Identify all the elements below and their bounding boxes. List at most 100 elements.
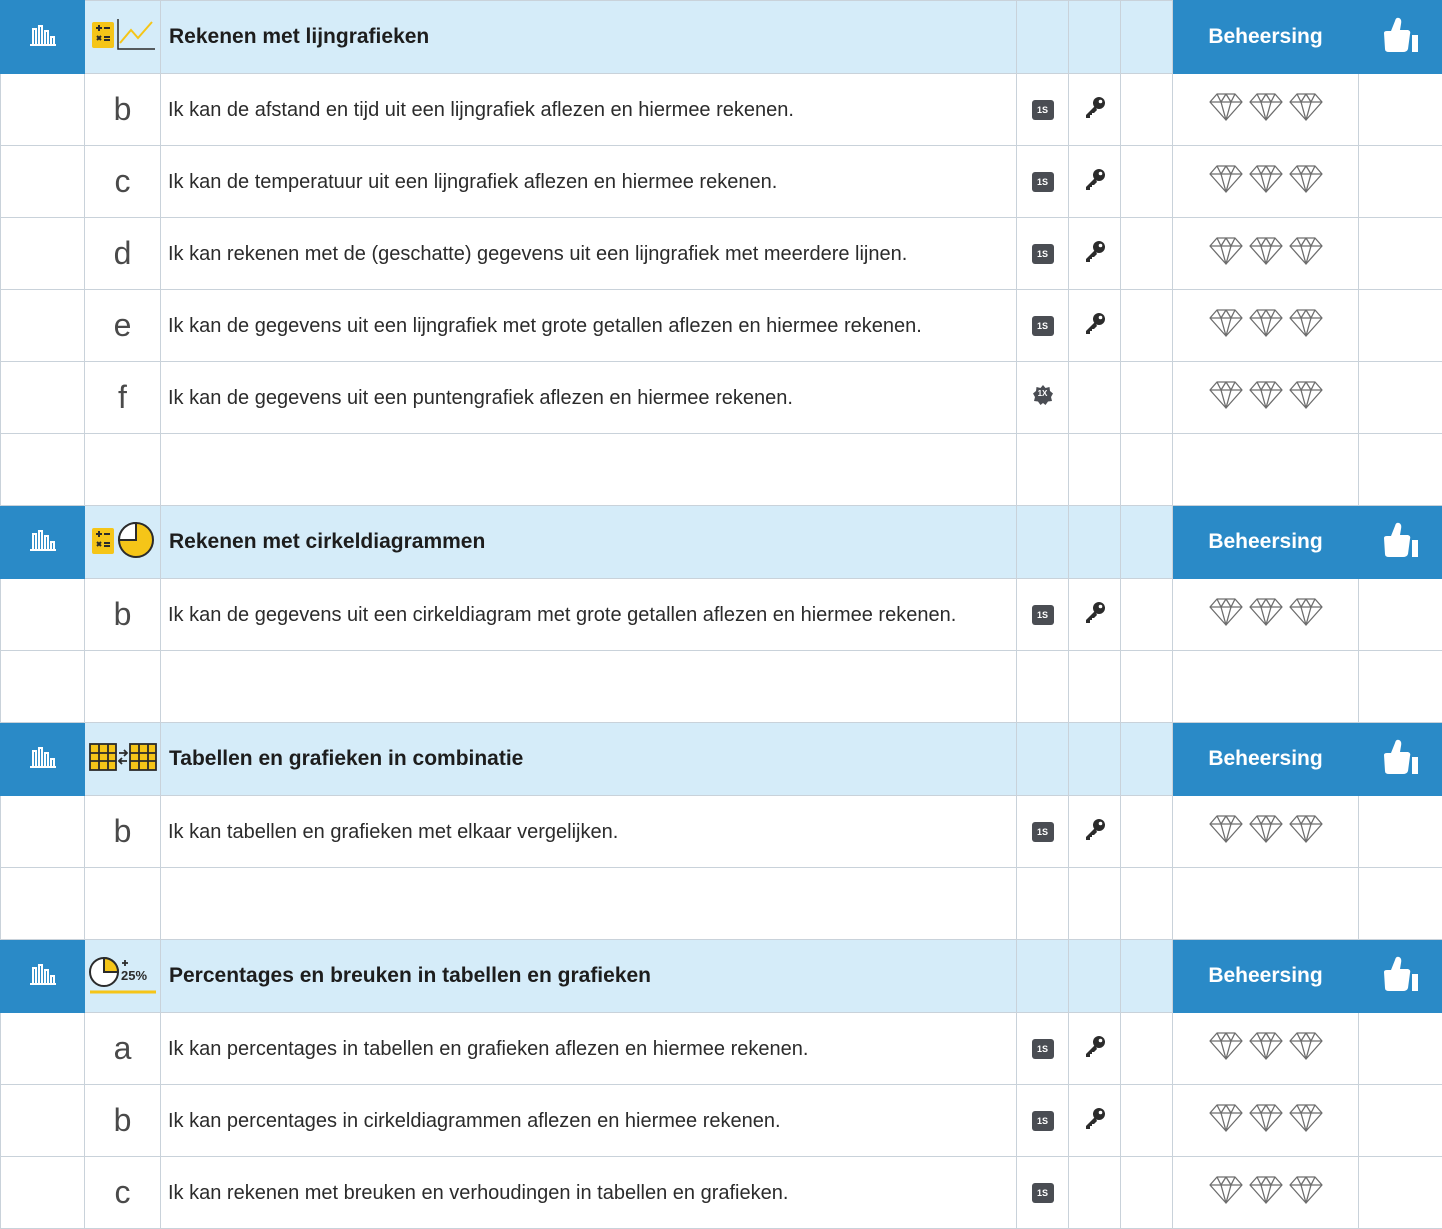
empty-cell: [1, 218, 85, 290]
diamond-icon[interactable]: [1288, 1103, 1324, 1138]
header-blank-cell: [1121, 940, 1173, 1013]
mastery-rating[interactable]: [1173, 290, 1359, 362]
header-blank-cell: [1017, 940, 1069, 1013]
diamond-icon[interactable]: [1248, 1031, 1284, 1066]
diamond-icon[interactable]: [1288, 597, 1324, 632]
diamond-icon[interactable]: [1208, 236, 1244, 271]
calc-linegraph-icon: [89, 41, 157, 58]
mastery-rating[interactable]: [1173, 1013, 1359, 1085]
badge-cell[interactable]: 1S: [1017, 796, 1069, 868]
thumbs-up-icon: [1381, 980, 1421, 997]
diamond-icon[interactable]: [1248, 1103, 1284, 1138]
key-button[interactable]: [1069, 218, 1121, 290]
badge-1s-icon: 1S: [1032, 1183, 1054, 1203]
diamond-icon[interactable]: [1208, 1175, 1244, 1210]
empty-cell: [1359, 1157, 1442, 1229]
diamond-icon[interactable]: [1288, 1031, 1324, 1066]
diamond-icon[interactable]: [1288, 308, 1324, 343]
diamond-icon[interactable]: [1208, 308, 1244, 343]
empty-cell: [1017, 434, 1069, 506]
thumbs-up-button[interactable]: [1359, 723, 1442, 796]
mastery-rating[interactable]: [1173, 579, 1359, 651]
mastery-rating[interactable]: [1173, 362, 1359, 434]
diamond-icon[interactable]: [1248, 1175, 1284, 1210]
mastery-rating[interactable]: [1173, 74, 1359, 146]
badge-cell[interactable]: 1S: [1017, 1157, 1069, 1229]
empty-cell: [1, 651, 85, 723]
spacer-row: [1, 651, 1442, 723]
goal-row: cIk kan rekenen met breuken en verhoudin…: [1, 1157, 1442, 1229]
diamond-icon[interactable]: [1288, 380, 1324, 415]
bar-chart-button[interactable]: [1, 940, 85, 1013]
empty-cell: [1173, 651, 1359, 723]
badge-cell[interactable]: 1S: [1017, 1013, 1069, 1085]
diamond-icon[interactable]: [1248, 92, 1284, 127]
header-blank-cell: [1017, 1, 1069, 74]
key-icon: [1083, 611, 1107, 628]
empty-cell: [1, 434, 85, 506]
section-icon-cell: [85, 723, 161, 796]
key-button[interactable]: [1069, 1013, 1121, 1085]
goal-row: aIk kan percentages in tabellen en grafi…: [1, 1013, 1442, 1085]
diamond-icon[interactable]: [1288, 92, 1324, 127]
diamond-icon[interactable]: [1248, 164, 1284, 199]
goal-letter: b: [85, 796, 161, 868]
empty-cell: [161, 868, 1017, 940]
badge-cell[interactable]: 1S: [1017, 146, 1069, 218]
diamond-icon[interactable]: [1288, 1175, 1324, 1210]
key-icon: [1083, 106, 1107, 123]
diamond-icon[interactable]: [1288, 164, 1324, 199]
diamond-icon[interactable]: [1208, 380, 1244, 415]
empty-cell: [1121, 1085, 1173, 1157]
badge-cell[interactable]: 1S: [1017, 290, 1069, 362]
diamond-icon[interactable]: [1208, 1031, 1244, 1066]
badge-cell[interactable]: 1S: [1017, 1085, 1069, 1157]
learning-goals-table: Rekenen met lijngrafiekenBeheersingbIk k…: [0, 0, 1442, 1229]
key-button[interactable]: [1069, 146, 1121, 218]
diamond-icon[interactable]: [1208, 597, 1244, 632]
bar-chart-button[interactable]: [1, 723, 85, 796]
thumbs-up-button[interactable]: [1359, 940, 1442, 1013]
badge-cell[interactable]: 1X: [1017, 362, 1069, 434]
header-blank-cell: [1017, 723, 1069, 796]
bar-chart-button[interactable]: [1, 506, 85, 579]
diamond-icon[interactable]: [1208, 92, 1244, 127]
mastery-rating[interactable]: [1173, 796, 1359, 868]
mastery-rating[interactable]: [1173, 1085, 1359, 1157]
mastery-rating[interactable]: [1173, 218, 1359, 290]
header-blank-cell: [1069, 506, 1121, 579]
badge-1s-icon: 1S: [1032, 316, 1054, 336]
diamond-icon[interactable]: [1208, 814, 1244, 849]
diamond-icon[interactable]: [1248, 236, 1284, 271]
empty-cell: [1121, 290, 1173, 362]
key-button[interactable]: [1069, 579, 1121, 651]
diamond-icon[interactable]: [1248, 380, 1284, 415]
badge-cell[interactable]: 1S: [1017, 74, 1069, 146]
diamond-icon[interactable]: [1248, 308, 1284, 343]
goal-description: Ik kan de gegevens uit een puntengrafiek…: [161, 362, 1017, 434]
diamond-icon[interactable]: [1248, 814, 1284, 849]
key-button[interactable]: [1069, 290, 1121, 362]
section-header: Tabellen en grafieken in combinatieBehee…: [1, 723, 1442, 796]
mastery-rating[interactable]: [1173, 146, 1359, 218]
key-button[interactable]: [1069, 796, 1121, 868]
key-button[interactable]: [1069, 1085, 1121, 1157]
diamond-icon[interactable]: [1248, 597, 1284, 632]
empty-cell: [1069, 434, 1121, 506]
key-button[interactable]: [1069, 74, 1121, 146]
diamond-icon[interactable]: [1208, 1103, 1244, 1138]
empty-cell: [1069, 651, 1121, 723]
mastery-rating[interactable]: [1173, 1157, 1359, 1229]
section-title: Rekenen met lijngrafieken: [161, 1, 1017, 74]
diamond-icon[interactable]: [1208, 164, 1244, 199]
diamond-icon[interactable]: [1288, 236, 1324, 271]
thumbs-up-button[interactable]: [1359, 506, 1442, 579]
badge-cell[interactable]: 1S: [1017, 579, 1069, 651]
header-blank-cell: [1069, 723, 1121, 796]
badge-cell[interactable]: 1S: [1017, 218, 1069, 290]
bar-chart-button[interactable]: [1, 1, 85, 74]
badge-text: 1S: [1037, 105, 1048, 115]
thumbs-up-button[interactable]: [1359, 1, 1442, 74]
diamond-icon[interactable]: [1288, 814, 1324, 849]
section-icon-cell: [85, 1, 161, 74]
